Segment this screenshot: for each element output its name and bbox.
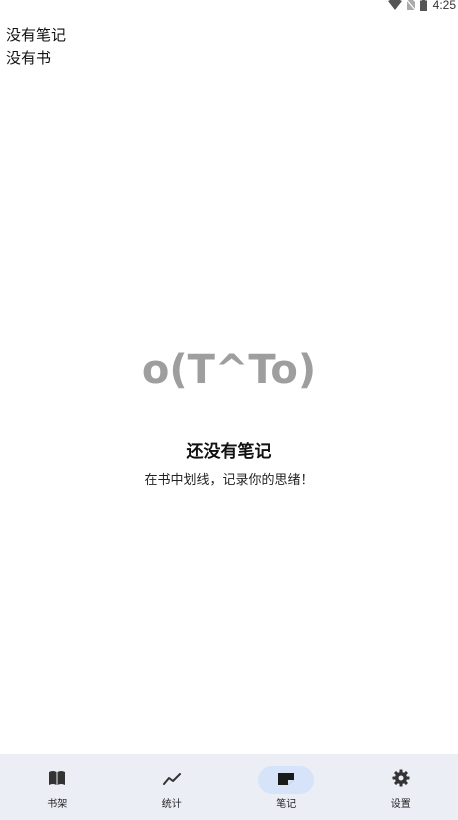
nav-label-settings: 设置 bbox=[390, 799, 411, 810]
nav-label-notes: 笔记 bbox=[276, 799, 297, 810]
nav-icon-wrap bbox=[29, 766, 85, 794]
nav-icon-wrap-active bbox=[258, 766, 315, 794]
status-icons: 4:25 bbox=[387, 0, 456, 12]
debug-text: 没有笔记 没有书 bbox=[6, 24, 66, 70]
status-time: 4:25 bbox=[432, 0, 456, 12]
bottom-nav: 书架 统计 笔记 设置 bbox=[0, 754, 458, 820]
nav-icon-wrap bbox=[144, 766, 200, 794]
no-notes-text: 没有笔记 bbox=[6, 26, 67, 44]
status-bar: 4:25 bbox=[0, 0, 458, 12]
note-icon bbox=[277, 771, 295, 790]
nav-icon-wrap bbox=[373, 766, 429, 794]
nav-item-notes[interactable]: 笔记 bbox=[229, 754, 344, 820]
nav-label-stats: 统计 bbox=[161, 799, 182, 810]
book-icon bbox=[48, 770, 66, 790]
empty-title: 还没有笔记 bbox=[186, 442, 272, 462]
empty-state: o(T^To) 还没有笔记 在书中划线，记录你的思绪！ bbox=[0, 340, 458, 490]
gear-icon bbox=[392, 769, 410, 791]
nav-item-settings[interactable]: 设置 bbox=[344, 754, 458, 820]
no-sim-icon bbox=[405, 0, 416, 11]
nav-item-stats[interactable]: 统计 bbox=[115, 754, 230, 820]
nav-item-bookshelf[interactable]: 书架 bbox=[0, 754, 115, 820]
no-books-text: 没有书 bbox=[6, 49, 52, 67]
empty-subtitle: 在书中划线，记录你的思绪！ bbox=[144, 473, 314, 488]
nav-label-bookshelf: 书架 bbox=[47, 799, 68, 810]
trend-icon bbox=[162, 771, 181, 790]
battery-icon bbox=[419, 0, 427, 11]
kaomoji: o(T^To) bbox=[141, 347, 317, 393]
wifi-icon bbox=[387, 0, 402, 11]
